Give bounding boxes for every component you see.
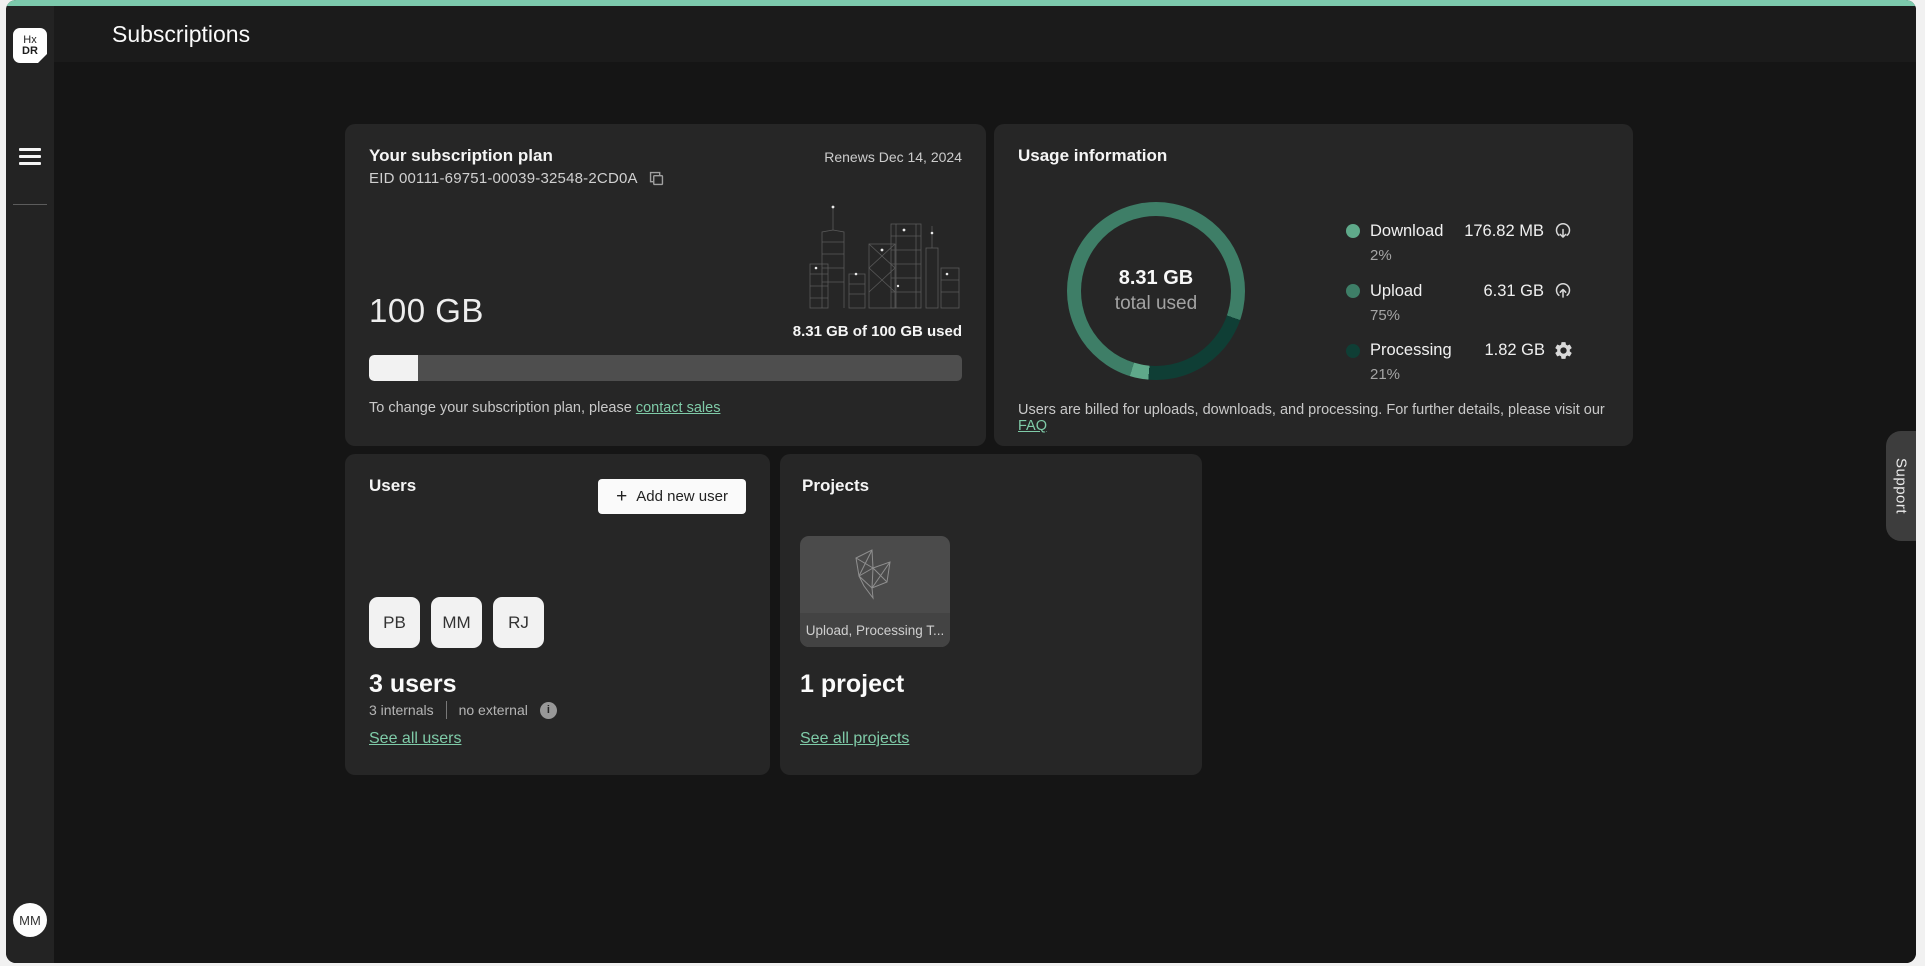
app-window: Hx DR MM Subscriptions Your subscription… — [6, 0, 1916, 963]
logo-text-bottom: DR — [22, 46, 38, 57]
legend-value-upload: 6.31 GB — [1483, 282, 1552, 301]
projects-count: 1 project — [800, 670, 904, 699]
donut-center-label: total used — [1115, 293, 1197, 315]
project-wireframe-icon — [842, 542, 908, 608]
legend-label-processing: Processing — [1370, 341, 1452, 360]
donut-center: 8.31 GB total used — [1067, 202, 1245, 380]
projects-card-title: Projects — [802, 476, 869, 496]
legend-row-upload: Upload 6.31 GB 75% — [1346, 280, 1574, 324]
info-icon[interactable] — [540, 702, 557, 719]
renewal-date: Renews Dec 14, 2024 — [824, 149, 962, 165]
see-all-users-link[interactable]: See all users — [369, 730, 462, 748]
donut-center-value: 8.31 GB — [1119, 267, 1193, 290]
legend-percent-processing: 21% — [1370, 366, 1574, 383]
legend-percent-download: 2% — [1370, 247, 1574, 264]
usage-card: Usage information 8.31 GB total used Dow… — [994, 124, 1633, 446]
usage-legend: Download 176.82 MB 2% — [1346, 220, 1574, 399]
legend-dot-download — [1346, 224, 1360, 238]
faq-link[interactable]: FAQ — [1018, 418, 1047, 434]
breakdown-divider — [446, 701, 447, 719]
user-avatar-pb: PB — [369, 597, 420, 648]
subscription-card-title: Your subscription plan — [369, 146, 553, 166]
sidebar-divider — [13, 204, 47, 205]
externals-count: no external — [459, 702, 528, 718]
change-plan-text: To change your subscription plan, please — [369, 400, 632, 416]
usage-footer-text: Users are billed for uploads, downloads,… — [1018, 402, 1605, 418]
legend-label-upload: Upload — [1370, 282, 1422, 301]
support-tab[interactable]: Support — [1886, 431, 1916, 541]
upload-cloud-icon — [1552, 280, 1574, 302]
download-cloud-icon — [1552, 220, 1574, 242]
plus-icon — [616, 486, 627, 508]
add-user-button-label: Add new user — [636, 488, 728, 505]
legend-value-processing: 1.82 GB — [1484, 341, 1553, 360]
legend-label-download: Download — [1370, 222, 1443, 241]
storage-progress-bar — [369, 355, 962, 381]
add-user-button[interactable]: Add new user — [598, 479, 746, 514]
page-title: Subscriptions — [54, 6, 1916, 62]
hxdr-logo[interactable]: Hx DR — [13, 28, 47, 63]
user-avatar-rj: RJ — [493, 597, 544, 648]
main-area: Subscriptions Your subscription plan Ren… — [54, 6, 1916, 963]
users-breakdown: 3 internals no external — [369, 701, 557, 719]
internals-count: 3 internals — [369, 702, 434, 718]
project-thumbnail[interactable]: Upload, Processing T... — [800, 536, 950, 647]
legend-value-download: 176.82 MB — [1464, 222, 1552, 241]
eid-text: EID 00111-69751-00039-32548-2CD0A — [369, 170, 638, 187]
legend-dot-upload — [1346, 284, 1360, 298]
progress-fill — [369, 355, 418, 381]
account-avatar[interactable]: MM — [13, 903, 47, 937]
header: Subscriptions — [54, 6, 1916, 62]
plan-size: 100 GB — [369, 292, 484, 330]
thumbnail-caption: Upload, Processing T... — [800, 613, 950, 647]
users-count: 3 users — [369, 670, 457, 699]
users-card-title: Users — [369, 476, 416, 496]
legend-dot-processing — [1346, 344, 1360, 358]
gear-icon — [1553, 340, 1574, 361]
logo-notch — [38, 54, 47, 63]
hamburger-menu-icon[interactable] — [19, 148, 41, 165]
users-card: Users Add new user PB MM RJ 3 users 3 in… — [345, 454, 770, 775]
subscription-card: Your subscription plan Renews Dec 14, 20… — [345, 124, 986, 446]
contact-sales-link[interactable]: contact sales — [636, 400, 721, 416]
projects-card: Projects Upload, Processing T... 1 proje… — [780, 454, 1202, 775]
user-avatar-mm: MM — [431, 597, 482, 648]
usage-card-title: Usage information — [1018, 146, 1167, 166]
skyline-graphic — [792, 190, 964, 318]
user-avatar-row: PB MM RJ — [369, 597, 544, 648]
copy-icon[interactable] — [648, 170, 665, 187]
legend-percent-upload: 75% — [1370, 307, 1574, 324]
see-all-projects-link[interactable]: See all projects — [800, 730, 909, 748]
sidebar: Hx DR MM — [6, 6, 54, 963]
logo-text-top: Hx — [23, 35, 36, 46]
legend-row-processing: Processing 1.82 GB 21% — [1346, 340, 1574, 383]
legend-row-download: Download 176.82 MB 2% — [1346, 220, 1574, 264]
usage-summary: 8.31 GB of 100 GB used — [793, 323, 962, 340]
